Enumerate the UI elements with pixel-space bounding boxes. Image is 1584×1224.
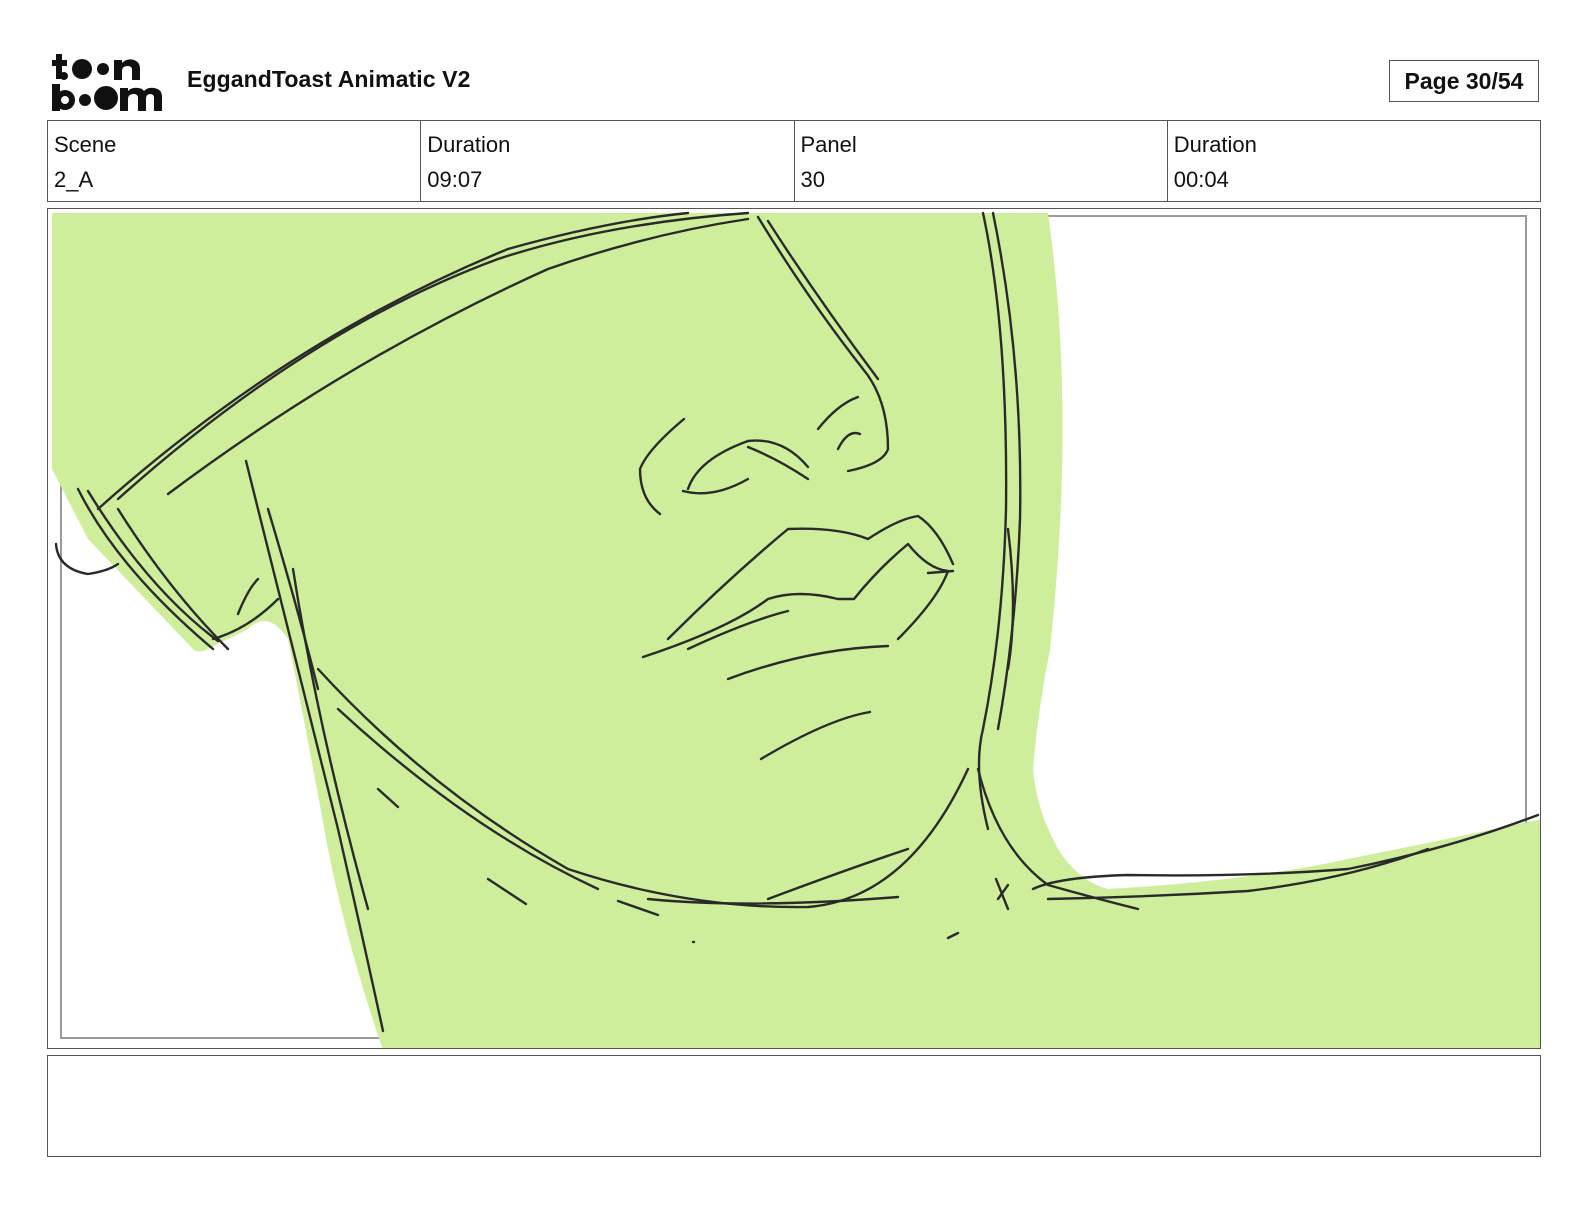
- panel-duration-value: 00:04: [1173, 167, 1229, 192]
- character-fill: [52, 213, 1540, 1048]
- panel-duration-label: Duration: [1173, 132, 1257, 157]
- panel-sketch: [52, 211, 1540, 1048]
- panel-info-table: Scene 2_A Duration 09:07 Panel 30 Durati…: [47, 120, 1541, 202]
- document-title: EggandToast Animatic V2: [187, 66, 471, 92]
- panel-label: Panel: [800, 132, 857, 157]
- panel-cell: Panel 30: [793, 121, 1167, 201]
- toon-boom-logo: [52, 54, 162, 111]
- page-indicator: Page 30/54: [1389, 60, 1539, 102]
- storyboard-panel: [47, 208, 1541, 1049]
- scene-duration-cell: Duration 09:07: [420, 121, 793, 201]
- scene-label: Scene: [54, 132, 117, 157]
- scene-cell: Scene 2_A: [48, 121, 420, 201]
- panel-duration-cell: Duration 00:04: [1166, 121, 1540, 201]
- scene-duration-value: 09:07: [427, 167, 483, 192]
- panel-value: 30: [800, 167, 825, 192]
- scene-duration-label: Duration: [427, 132, 511, 157]
- scene-value: 2_A: [54, 167, 94, 192]
- panel-notes-box: [47, 1055, 1541, 1157]
